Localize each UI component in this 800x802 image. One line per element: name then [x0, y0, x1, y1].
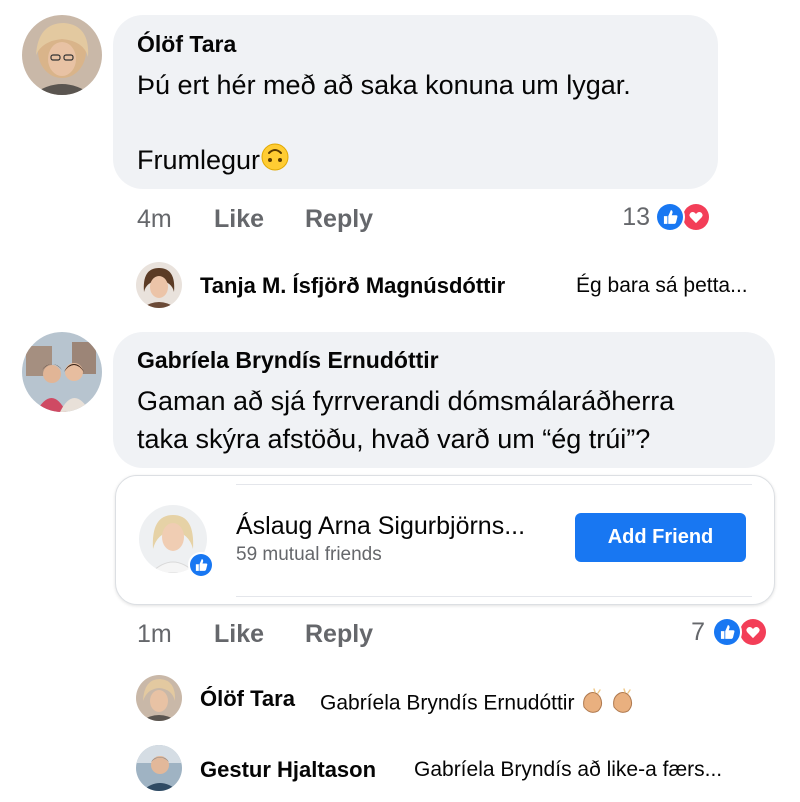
upside-down-face-icon: [260, 142, 290, 182]
like-icon: [188, 552, 214, 578]
like-button[interactable]: Like: [214, 205, 264, 234]
comment-text: taka skýra afstöðu, hvað varð um “ég trú…: [137, 424, 651, 454]
avatar-olof-tara[interactable]: [136, 675, 182, 721]
comment-text: Frumlegur: [137, 142, 290, 182]
reply-text: Ég bara sá þetta...: [576, 274, 748, 297]
clapping-hands-icon: [580, 687, 640, 721]
like-button[interactable]: Like: [214, 620, 264, 649]
card-name[interactable]: Áslaug Arna Sigurbjörns...: [236, 512, 525, 541]
comment-timestamp[interactable]: 1m: [137, 620, 172, 649]
comment-timestamp[interactable]: 4m: [137, 205, 172, 234]
reply-author[interactable]: Tanja M. Ísfjörð Magnúsdóttir: [200, 273, 505, 299]
avatar-olof-tara[interactable]: [22, 15, 102, 95]
love-icon[interactable]: [681, 202, 711, 232]
card-divider: [236, 596, 752, 597]
mutual-friends[interactable]: 59 mutual friends: [236, 544, 382, 566]
comment-author[interactable]: Ólöf Tara: [137, 31, 236, 58]
love-icon[interactable]: [738, 617, 768, 647]
avatar-gestur[interactable]: [136, 745, 182, 791]
avatar-gabriela[interactable]: [22, 332, 102, 412]
reply-button[interactable]: Reply: [305, 620, 373, 649]
reply-author[interactable]: Ólöf Tara: [200, 686, 295, 712]
comment-author[interactable]: Gabríela Bryndís Ernudóttir: [137, 347, 439, 374]
add-friend-button[interactable]: Add Friend: [575, 513, 746, 562]
reply-button[interactable]: Reply: [305, 205, 373, 234]
reply-text: Gabríela Bryndís Ernudóttir: [320, 687, 640, 721]
reply-text: Gabríela Bryndís að like-a færs...: [414, 758, 723, 781]
comment-text: Þú ert hér með að saka konuna um lygar.: [137, 70, 631, 100]
reaction-count[interactable]: 7: [655, 618, 705, 647]
card-divider: [236, 484, 752, 485]
like-icon[interactable]: [655, 202, 685, 232]
reply-author[interactable]: Gestur Hjaltason: [200, 757, 376, 783]
reply-text-content: Gabríela Bryndís Ernudóttir: [320, 691, 575, 715]
reaction-count[interactable]: 13: [600, 203, 650, 232]
comment-text-line: Frumlegur: [137, 145, 261, 176]
avatar-tanja[interactable]: [136, 262, 182, 308]
comment-text: Gaman að sjá fyrrverandi dómsmálaráðherr…: [137, 386, 675, 416]
like-icon[interactable]: [712, 617, 742, 647]
